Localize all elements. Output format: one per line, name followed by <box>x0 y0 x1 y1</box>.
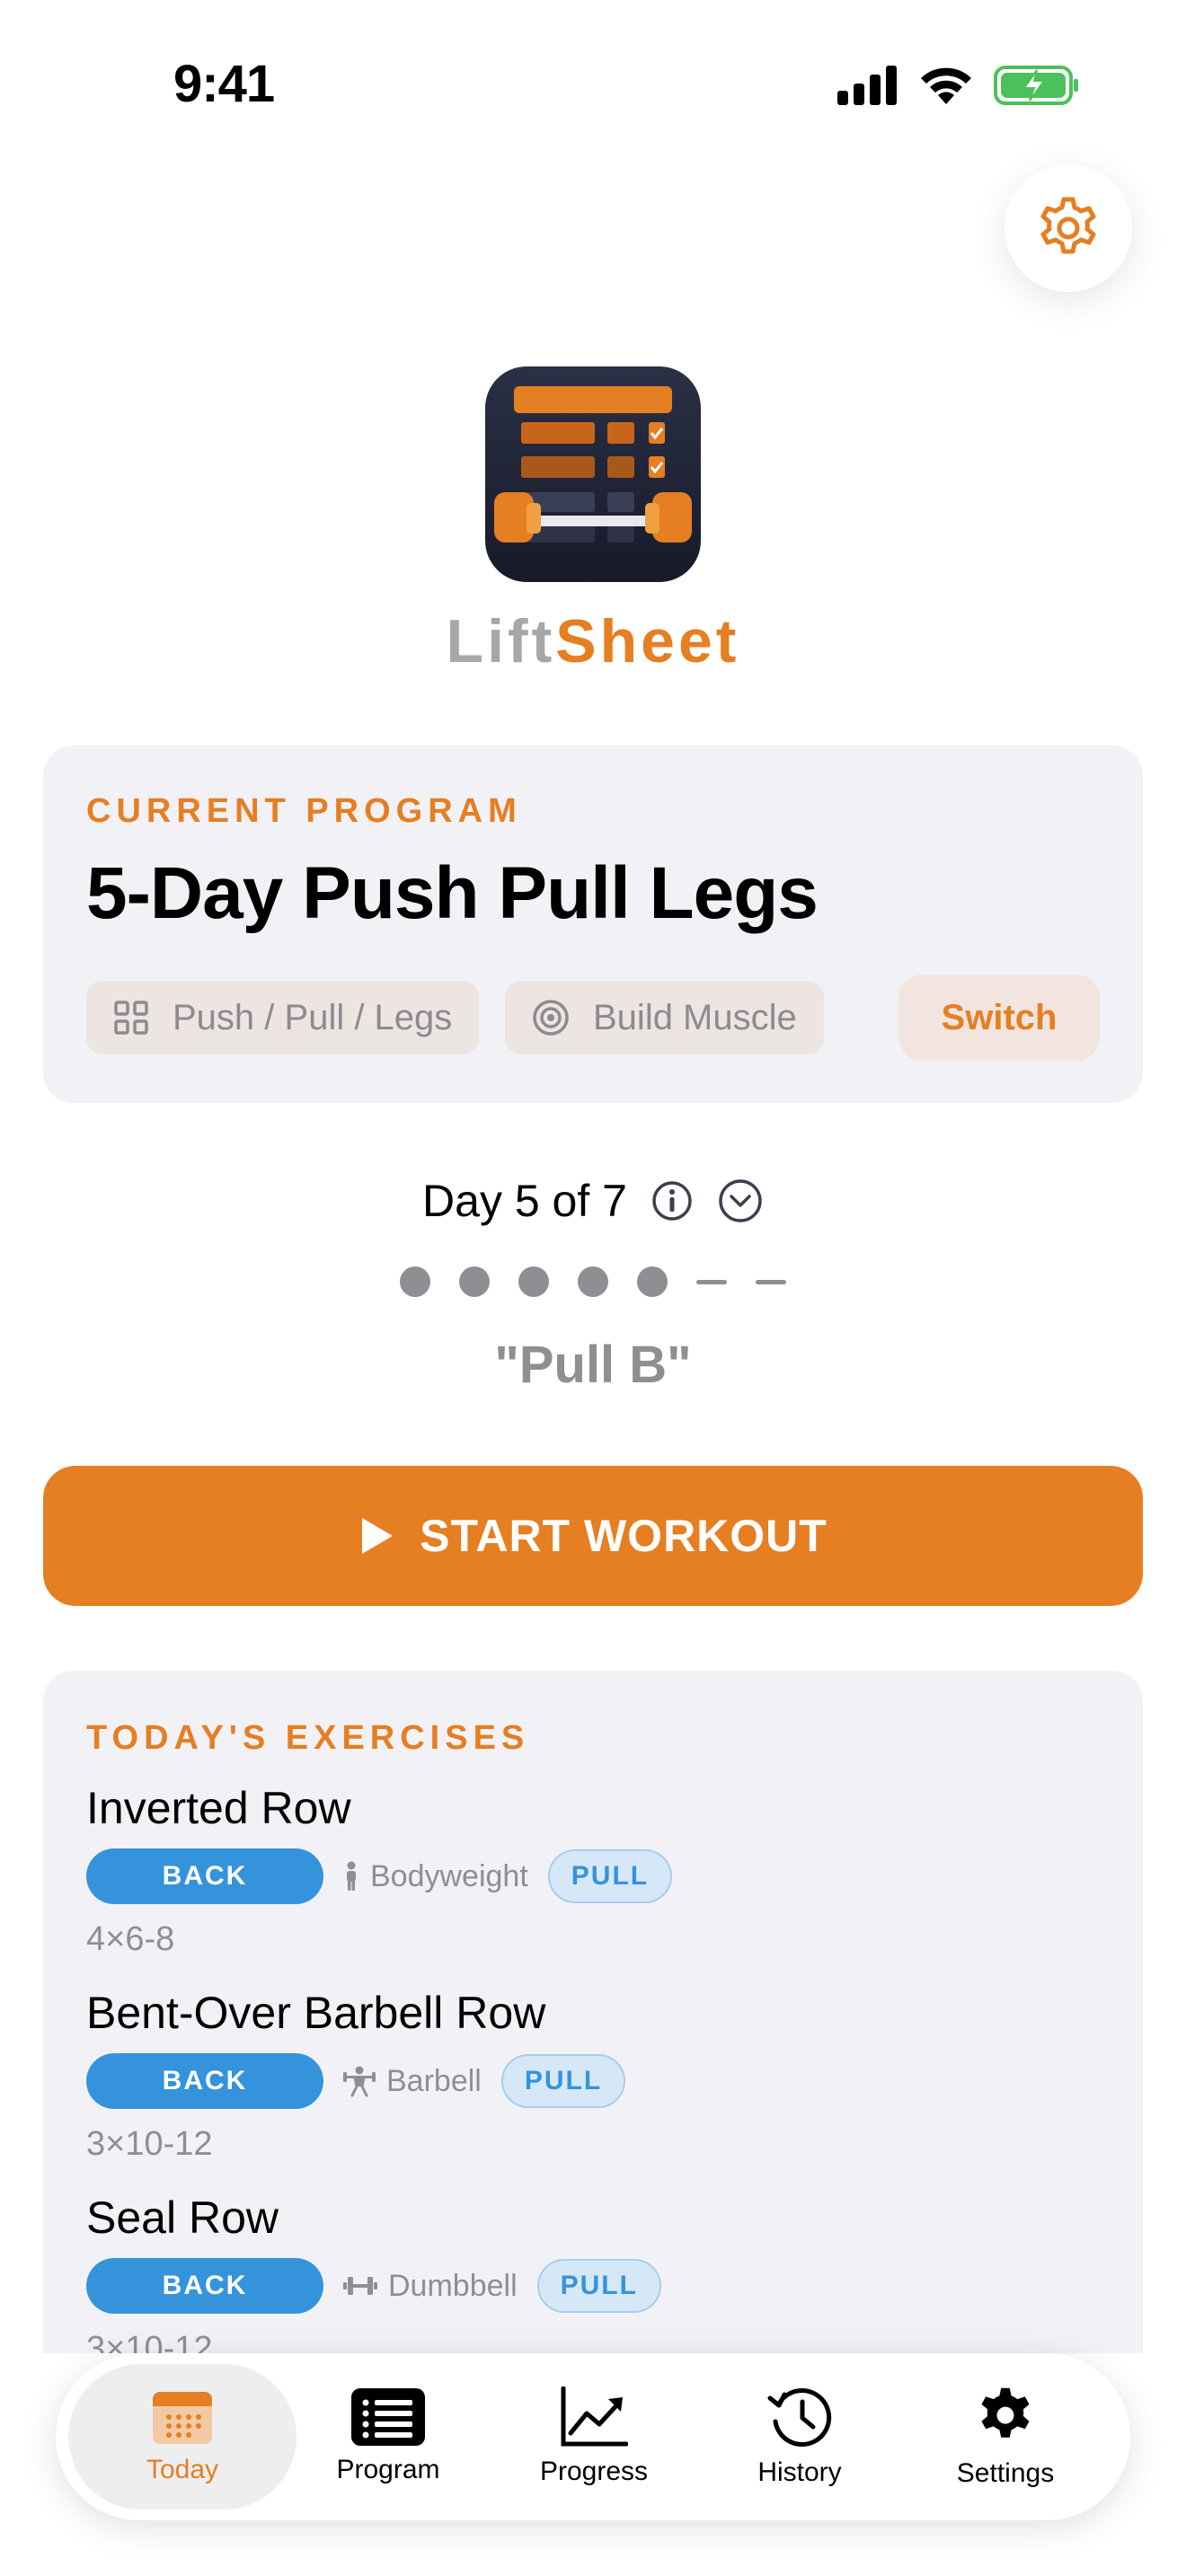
day-label: Day 5 of 7 <box>422 1176 627 1226</box>
goal-chip-label: Build Muscle <box>593 997 797 1037</box>
equipment-info: Dumbbell <box>343 2269 518 2304</box>
chart-icon <box>561 2386 628 2447</box>
day-progress-dots <box>0 1266 1186 1297</box>
app-title-part1: Lift <box>446 607 556 675</box>
equipment-label: Barbell <box>386 2063 482 2098</box>
target-icon <box>533 1000 569 1036</box>
movement-tag: PULL <box>547 1849 673 1903</box>
grid-icon <box>114 1001 148 1035</box>
person-icon <box>347 1861 356 1891</box>
day-dot-completed <box>637 1266 668 1297</box>
tab-progress[interactable]: Progress <box>491 2353 697 2520</box>
todays-exercises-card: TODAY'S EXERCISES Inverted Row BACK Body… <box>43 1671 1143 2353</box>
start-workout-button[interactable]: START WORKOUT <box>43 1466 1143 1606</box>
current-program-label: CURRENT PROGRAM <box>86 792 522 830</box>
history-icon <box>767 2388 832 2447</box>
muscle-tag: BACK <box>86 1848 323 1904</box>
movement-tag: PULL <box>536 2259 661 2313</box>
day-dot-remaining <box>696 1279 727 1284</box>
day-dot-remaining <box>756 1279 786 1284</box>
tab-bar: Today Program Progress History Settings <box>56 2353 1130 2520</box>
screen: 9:41 LiftSheet CURRENT PROGRAM 5-Day Pus… <box>0 0 1186 2576</box>
exercise-name: Inverted Row <box>86 1783 351 1833</box>
battery-charging-icon <box>994 66 1078 105</box>
equipment-info: Barbell <box>343 2064 482 2099</box>
program-name: 5-Day Push Pull Legs <box>86 852 819 934</box>
tab-today[interactable]: Today <box>79 2353 286 2520</box>
exercise-item[interactable]: Inverted Row BACK Bodyweight PULL 4×6-8 <box>86 1782 1100 1959</box>
calendar-icon <box>153 2392 212 2444</box>
switch-program-button[interactable]: Switch <box>898 975 1100 1061</box>
wifi-icon <box>921 67 971 104</box>
exercise-name: Bent-Over Barbell Row <box>86 1988 546 2038</box>
day-name: "Pull B" <box>494 1336 692 1394</box>
tab-label: Progress <box>539 2457 649 2486</box>
equipment-info: Bodyweight <box>343 1859 528 1894</box>
day-dot-completed <box>578 1266 608 1297</box>
muscle-tag: BACK <box>86 2053 323 2109</box>
exercise-sets: 3×10-12 <box>86 2125 213 2163</box>
tab-settings[interactable]: Settings <box>902 2353 1109 2520</box>
app-title-part2: Sheet <box>555 607 740 675</box>
status-icons <box>837 65 1080 106</box>
exercise-sets: 4×6-8 <box>86 1920 175 1958</box>
settings-fab-button[interactable] <box>1005 164 1132 292</box>
tab-program[interactable]: Program <box>285 2353 491 2520</box>
info-icon[interactable] <box>651 1179 694 1222</box>
list-icon <box>351 2388 425 2446</box>
tab-label: History <box>757 2457 842 2487</box>
todays-exercises-label: TODAY'S EXERCISES <box>86 1719 530 1757</box>
day-dot-completed <box>400 1266 430 1297</box>
dumbbell-icon <box>343 2277 377 2295</box>
app-logo <box>485 366 701 582</box>
app-title: LiftSheet <box>0 606 1186 676</box>
exercise-sets: 3×10-12 <box>86 2330 213 2353</box>
gear-icon <box>981 2387 1030 2438</box>
exercise-item[interactable]: Bent-Over Barbell Row BACK Barbell PULL <box>86 1987 1100 2164</box>
exercise-item[interactable]: Seal Row BACK Dumbbell PULL 3×10-12 <box>86 2192 1100 2353</box>
start-workout-label: START WORKOUT <box>420 1511 828 1561</box>
cellular-signal-icon <box>837 66 897 105</box>
muscle-tag: BACK <box>86 2258 323 2314</box>
gear-icon <box>1040 197 1096 254</box>
exercise-name: Seal Row <box>86 2192 279 2243</box>
movement-tag: PULL <box>500 2054 626 2108</box>
equipment-label: Bodyweight <box>370 1858 528 1893</box>
current-program-card: CURRENT PROGRAM 5-Day Push Pull Legs Pus… <box>43 745 1143 1103</box>
status-time: 9:41 <box>173 55 275 113</box>
day-selector: Day 5 of 7 <box>0 1175 1186 1227</box>
tab-label: Settings <box>956 2458 1055 2488</box>
play-icon <box>362 1518 394 1554</box>
equipment-label: Dumbbell <box>388 2268 518 2303</box>
weightlifter-icon <box>343 2066 376 2097</box>
split-chip-label: Push / Pull / Legs <box>173 997 453 1037</box>
goal-chip: Build Muscle <box>505 981 824 1054</box>
tab-label: Program <box>336 2455 440 2484</box>
split-chip: Push / Pull / Legs <box>86 981 480 1054</box>
tab-label: Today <box>146 2455 219 2484</box>
day-dot-completed <box>459 1266 490 1297</box>
day-dot-completed <box>518 1266 549 1297</box>
chevron-down-icon[interactable] <box>717 1178 764 1224</box>
tab-history[interactable]: History <box>696 2353 903 2520</box>
